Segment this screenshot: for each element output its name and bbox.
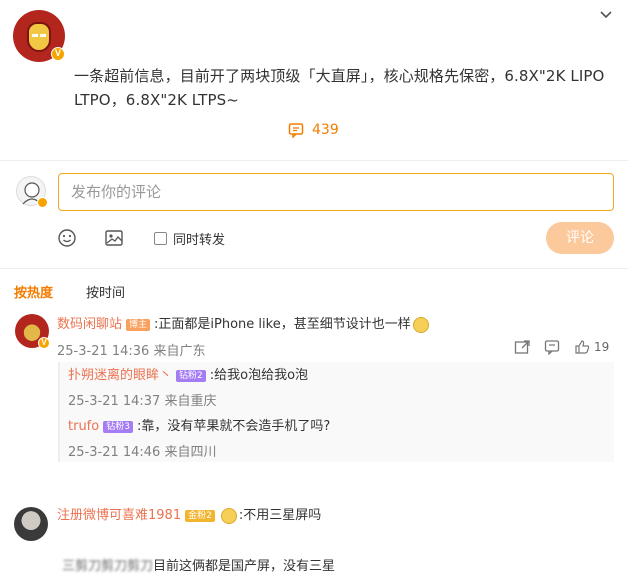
- sub-comment-line: 三剪刀剪刀剪刀 目前这俩都是国产屏，没有三星: [62, 558, 335, 576]
- comment-count-label: 439: [312, 122, 339, 138]
- divider: [0, 160, 628, 161]
- commenter-avatar[interactable]: V: [15, 314, 50, 349]
- sub-comment-username[interactable]: 三剪刀剪刀剪刀: [62, 558, 153, 576]
- comment-username[interactable]: 数码闲聊站: [57, 316, 122, 334]
- post-text: 一条超前信息，目前开了两块顶级「大直屏」，核心规格先保密，6.8X"2K LIP…: [74, 67, 605, 109]
- verified-badge: V: [51, 47, 65, 61]
- comment-count-button[interactable]: 439: [288, 122, 339, 138]
- submit-comment-button[interactable]: 评论: [546, 222, 614, 254]
- reply-line: trufo 钻粉3 :靠，没有苹果就不会造手机了吗?: [68, 418, 330, 436]
- reply-text: :靠，没有苹果就不会造手机了吗?: [136, 419, 331, 434]
- chevron-down-icon[interactable]: [598, 6, 614, 22]
- divider: [0, 268, 628, 269]
- verified-badge: V: [38, 337, 50, 349]
- commenter-avatar[interactable]: [14, 507, 48, 541]
- my-avatar: [16, 176, 48, 208]
- comment-text: :正面都是iPhone like，甚至细节设计也一样: [154, 317, 411, 332]
- fan-tag: 金粉2: [185, 510, 215, 522]
- author-avatar[interactable]: V: [13, 10, 65, 62]
- image-icon[interactable]: [104, 228, 124, 248]
- reply-meta: 25-3-21 14:37 来自重庆: [68, 394, 217, 409]
- comment-text: :不用三星屏吗: [238, 508, 322, 523]
- tab-sort-hot[interactable]: 按热度: [14, 282, 53, 301]
- comment-meta: 25-3-21 14:36 来自广东: [57, 344, 206, 359]
- comment-input[interactable]: 发布你的评论: [58, 173, 614, 211]
- author-tag: 博主: [126, 319, 151, 331]
- tab-sort-time[interactable]: 按时间: [86, 282, 125, 301]
- reply-text: :给我o泡给我o泡: [209, 368, 309, 383]
- emoji-icon: [412, 317, 429, 333]
- sub-comment-text: 目前这俩都是国产屏，没有三星: [153, 559, 336, 574]
- repost-label: 同时转发: [173, 233, 226, 248]
- fan-tag: 钻粉2: [176, 370, 206, 382]
- comment-username[interactable]: 注册微博可喜难1981: [57, 507, 181, 525]
- emoji-icon: [220, 508, 237, 524]
- emoji-icon[interactable]: [57, 228, 77, 248]
- reply-meta: 25-3-21 14:46 来自四川: [68, 445, 217, 460]
- reply-username[interactable]: 扑朔迷离的眼眸丶: [68, 367, 172, 385]
- share-icon[interactable]: [514, 339, 530, 355]
- comment-line: 注册微博可喜难1981 金粉2 :不用三星屏吗: [57, 507, 321, 525]
- reply-icon[interactable]: [544, 339, 560, 355]
- checkbox-icon: [154, 232, 167, 245]
- fan-tag: 钻粉3: [103, 421, 133, 433]
- like-icon[interactable]: [574, 339, 590, 355]
- comment-actions: 19: [514, 339, 609, 355]
- my-verified-badge: [37, 197, 48, 208]
- like-count: 19: [594, 340, 610, 354]
- comment-icon: [288, 123, 304, 138]
- repost-checkbox[interactable]: 同时转发: [154, 229, 225, 248]
- comment-line: 数码闲聊站 博主 :正面都是iPhone like，甚至细节设计也一样: [57, 316, 429, 334]
- reply-username[interactable]: trufo: [68, 418, 99, 436]
- reply-line: 扑朔迷离的眼眸丶 钻粉2 :给我o泡给我o泡: [68, 367, 308, 385]
